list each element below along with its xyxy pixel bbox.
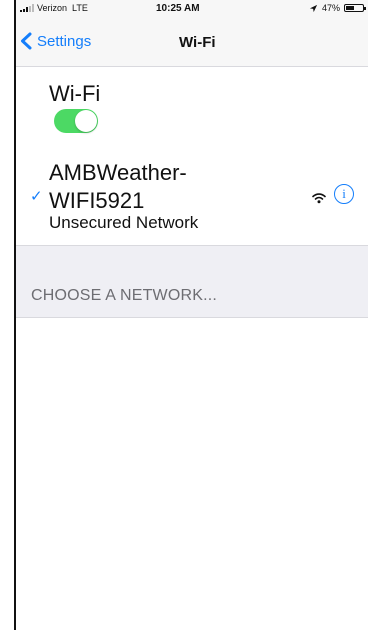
- network-name: AMBWeather- WIFI5921: [49, 159, 259, 215]
- location-arrow-icon: [309, 4, 318, 12]
- navigation-bar: Settings Wi-Fi: [16, 26, 368, 56]
- network-security-status: Unsecured Network: [49, 213, 199, 232]
- cell-signal-icon: [20, 4, 34, 12]
- wifi-label: Wi-Fi: [49, 81, 101, 106]
- choose-network-heading: CHOOSE A NETWORK...: [31, 287, 218, 304]
- battery-icon: [344, 4, 366, 12]
- status-bar: Verizon LTE 10:25 AM 47%: [16, 0, 368, 18]
- back-button[interactable]: Settings: [18, 30, 91, 52]
- status-left: Verizon LTE: [20, 3, 88, 13]
- page-title: Wi-Fi: [179, 34, 216, 51]
- back-button-label: Settings: [37, 32, 92, 50]
- wifi-settings-content: Wi-Fi ✓ AMBWeather- WIFI5921 Unsecured N…: [16, 67, 368, 630]
- toggle-knob: [75, 110, 97, 132]
- battery-percent: 47%: [321, 3, 340, 13]
- carrier-name: Verizon: [37, 3, 68, 13]
- chevron-left-icon: [21, 32, 32, 50]
- network-row-amb-weather[interactable]: ✓ AMBWeather- WIFI5921 Unsecured Network…: [16, 151, 368, 241]
- info-icon[interactable]: i: [334, 184, 354, 204]
- network-name-line-2: WIFI5921: [49, 188, 145, 213]
- status-right: 47%: [309, 3, 366, 13]
- top-bar: Verizon LTE 10:25 AM 47% Settings Wi-Fi: [16, 0, 368, 67]
- wifi-signal-icon: [312, 193, 326, 204]
- wifi-toggle[interactable]: [54, 109, 98, 133]
- network-type: LTE: [72, 3, 88, 13]
- choose-network-section: CHOOSE A NETWORK...: [16, 245, 368, 318]
- checkmark-icon: ✓: [30, 188, 43, 205]
- network-name-line-1: AMBWeather-: [49, 160, 187, 185]
- battery-level-fill: [346, 6, 354, 10]
- phone-screen: Verizon LTE 10:25 AM 47% Settings Wi-Fi …: [14, 0, 368, 630]
- status-time: 10:25 AM: [156, 3, 200, 14]
